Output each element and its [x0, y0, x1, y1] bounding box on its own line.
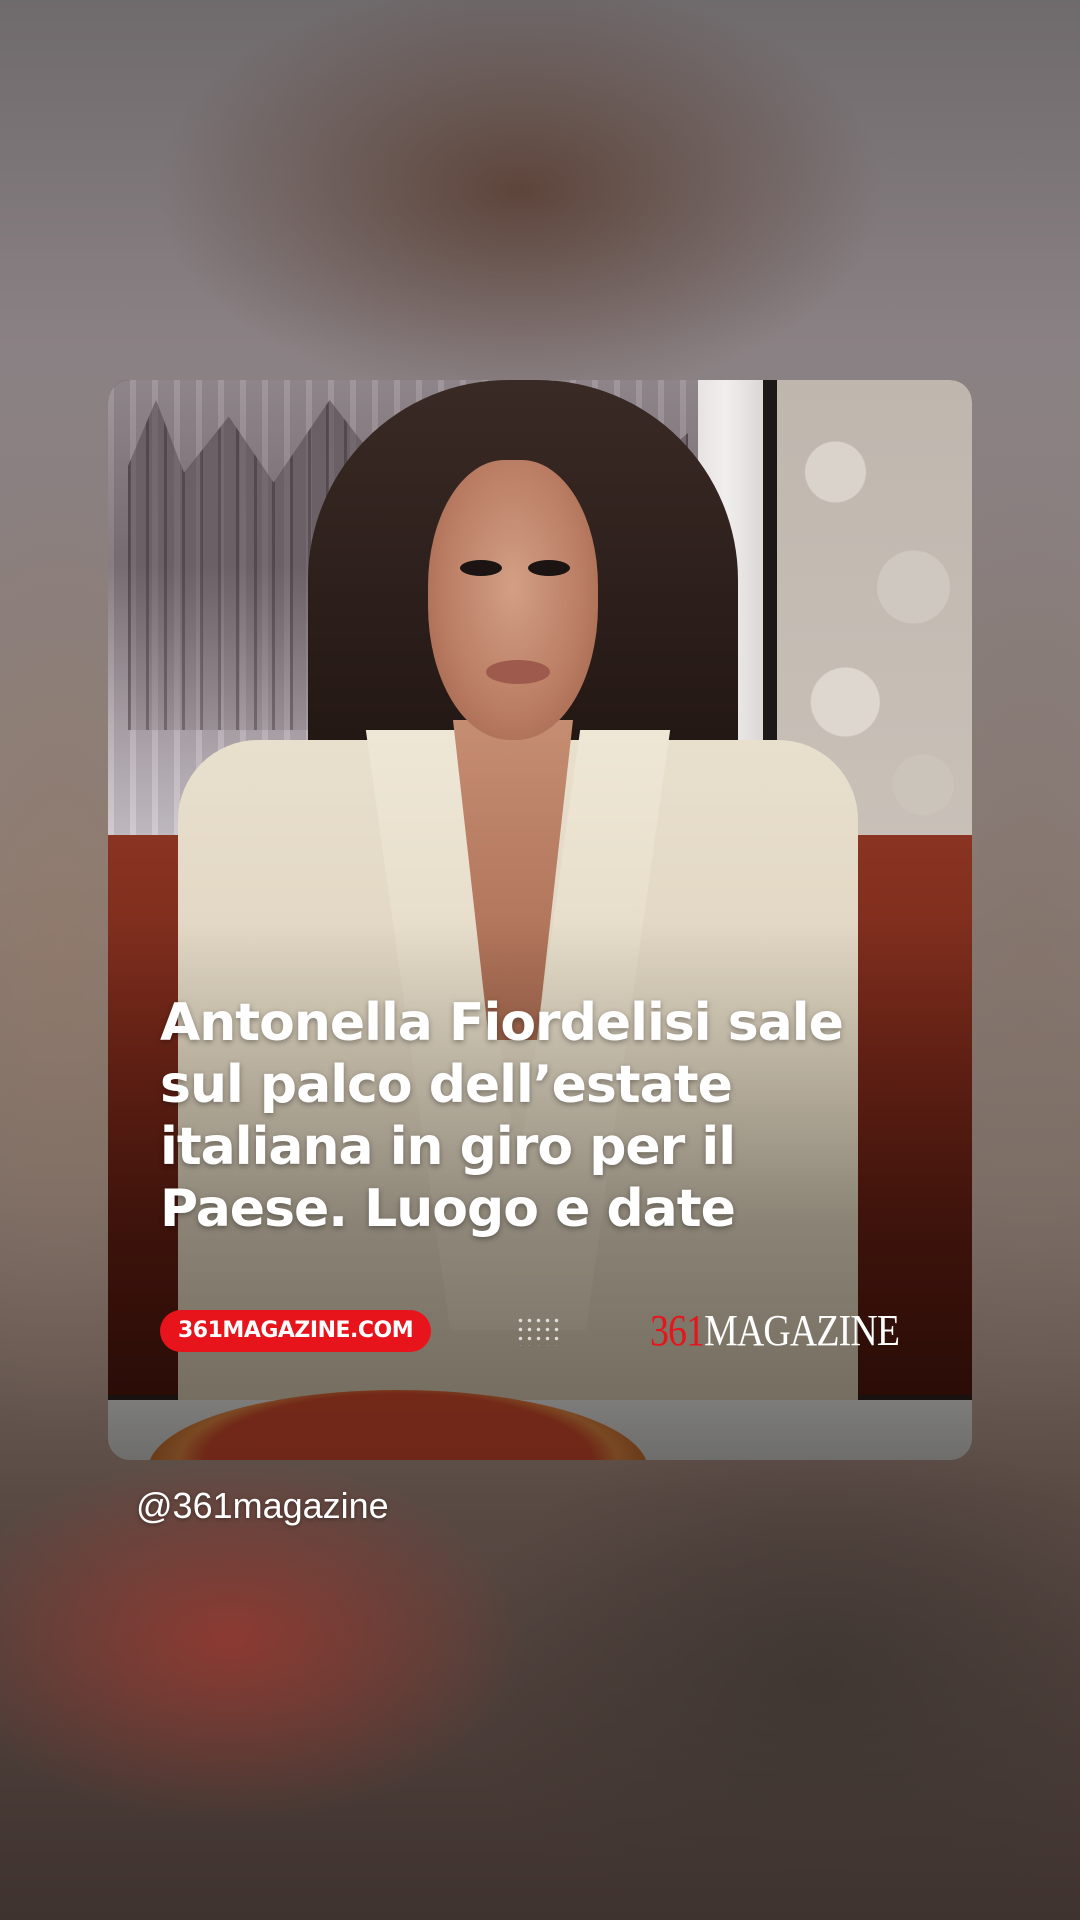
brand-logo: 361MAGAZINE: [650, 1304, 900, 1358]
story-screen: Antonella Fiordelisi sale sul palco dell…: [0, 0, 1080, 1920]
brand-logo-word: MAGAZINE: [704, 1306, 900, 1355]
post-headline: Antonella Fiordelisi sale sul palco dell…: [160, 993, 844, 1239]
dot-grid-icon: [516, 1316, 560, 1346]
photo-shade: [108, 380, 972, 1460]
post-card[interactable]: Antonella Fiordelisi sale sul palco dell…: [108, 380, 972, 1460]
author-handle[interactable]: @361magazine: [136, 1484, 389, 1528]
post-photo: [108, 380, 972, 1460]
brand-logo-number: 361: [650, 1306, 705, 1355]
site-link-badge[interactable]: 361MAGAZINE.COM: [160, 1310, 432, 1352]
